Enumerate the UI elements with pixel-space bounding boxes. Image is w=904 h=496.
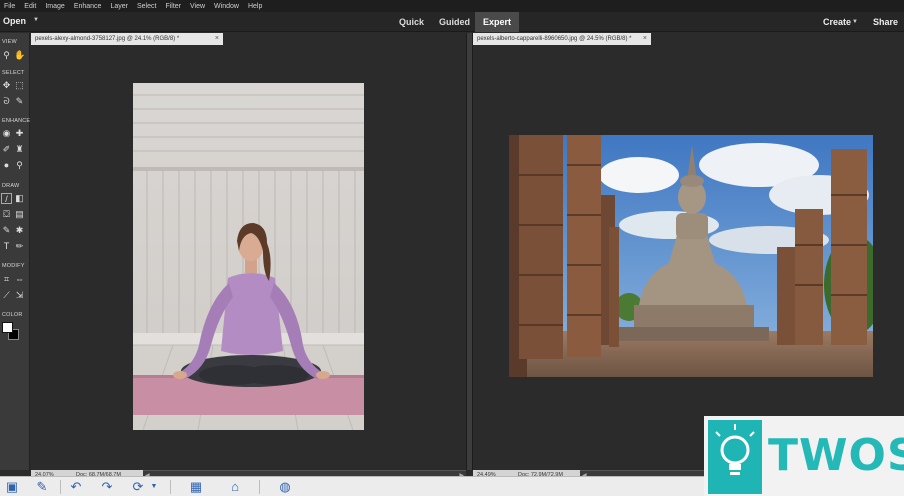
- color-replacement-tool-icon[interactable]: ✎: [1, 225, 12, 236]
- section-modify-label: MODIFY: [2, 263, 25, 269]
- section-select-label: SELECT: [2, 70, 25, 76]
- photo-bin-icon[interactable]: ▣: [4, 479, 20, 495]
- menu-window[interactable]: Window: [214, 3, 239, 10]
- pencil-tool-icon[interactable]: ✏: [14, 241, 25, 252]
- menu-image[interactable]: Image: [45, 3, 64, 10]
- menu-layer[interactable]: Layer: [110, 3, 128, 10]
- menu-edit[interactable]: Edit: [24, 3, 36, 10]
- create-dropdown-icon[interactable]: ▼: [852, 19, 858, 25]
- document-window-right[interactable]: pexels-alberto-capparelli-8960650.jpg @ …: [473, 33, 904, 480]
- mode-guided-tab[interactable]: Guided: [439, 17, 470, 27]
- marquee-tool-icon[interactable]: ⬚: [14, 80, 25, 91]
- eraser-tool-icon[interactable]: ◧: [14, 193, 25, 204]
- rotate-dropdown-icon[interactable]: ▼: [146, 479, 162, 495]
- document-window-left[interactable]: pexels-alexy-almond-3758127.jpg @ 24.1% …: [31, 33, 466, 480]
- section-color-label: COLOR: [2, 312, 23, 318]
- foreground-color-swatch[interactable]: [2, 322, 13, 333]
- gradient-tool-icon[interactable]: ▤: [14, 209, 25, 220]
- create-button[interactable]: Create: [823, 17, 851, 27]
- menu-help[interactable]: Help: [248, 3, 262, 10]
- menu-view[interactable]: View: [190, 3, 205, 10]
- type-tool-icon[interactable]: T: [1, 241, 12, 252]
- content-aware-move-tool-icon[interactable]: ⇲: [14, 290, 25, 301]
- share-button[interactable]: Share: [873, 17, 898, 27]
- section-draw-label: DRAW: [2, 183, 20, 189]
- spot-healing-tool-icon[interactable]: ✚: [14, 128, 25, 139]
- brush-tool-icon[interactable]: /: [1, 193, 12, 204]
- mode-bar: Open ▼ Quick Guided Expert Create ▼ Shar…: [0, 12, 904, 32]
- close-icon[interactable]: ×: [643, 33, 647, 45]
- separator: [60, 480, 61, 494]
- menu-file[interactable]: File: [4, 3, 15, 10]
- separator: [259, 480, 260, 494]
- menu-bar: File Edit Image Enhance Layer Select Fil…: [0, 0, 904, 12]
- hand-tool-icon[interactable]: ✋: [14, 50, 25, 61]
- lasso-tool-icon[interactable]: ᘐ: [1, 96, 12, 107]
- brand-logo-text: TWOS: [768, 430, 904, 481]
- lightbulb-logo-icon: [708, 420, 762, 494]
- photoshop-elements-window: File Edit Image Enhance Layer Select Fil…: [0, 0, 904, 496]
- sponge-tool-icon[interactable]: ⚲: [14, 160, 25, 171]
- custom-shape-tool-icon[interactable]: ✱: [14, 225, 25, 236]
- tool-options-icon[interactable]: ✎: [34, 479, 50, 495]
- section-view-label: VIEW: [2, 39, 17, 45]
- buddha-temple-photo: [509, 135, 873, 377]
- smart-brush-tool-icon[interactable]: ✐: [1, 144, 12, 155]
- eye-tool-icon[interactable]: ◉: [1, 128, 12, 139]
- layout-icon[interactable]: ▦: [188, 479, 204, 495]
- twos-watermark: TWOS: [704, 416, 904, 496]
- crop-tool-icon[interactable]: ⌗: [1, 274, 12, 285]
- section-enhance-label: ENHANCE: [2, 118, 31, 124]
- quick-selection-tool-icon[interactable]: ✎: [14, 96, 25, 107]
- document-tab[interactable]: pexels-alberto-capparelli-8960650.jpg @ …: [473, 33, 651, 45]
- rotate-icon[interactable]: ⟳: [130, 479, 146, 495]
- recompose-tool-icon[interactable]: ⇔: [14, 274, 25, 285]
- clone-stamp-tool-icon[interactable]: ♜: [14, 144, 25, 155]
- zoom-tool-icon[interactable]: ⚲: [1, 50, 12, 61]
- menu-enhance[interactable]: Enhance: [74, 3, 102, 10]
- move-tool-icon[interactable]: ✥: [1, 80, 12, 91]
- blur-tool-icon[interactable]: ●: [1, 160, 12, 171]
- close-icon[interactable]: ×: [215, 33, 219, 45]
- document-tab[interactable]: pexels-alexy-almond-3758127.jpg @ 24.1% …: [31, 33, 223, 45]
- mode-expert-tab[interactable]: Expert: [475, 12, 520, 32]
- straighten-tool-icon[interactable]: ⟋: [1, 290, 12, 301]
- document-tab-title: pexels-alexy-almond-3758127.jpg @ 24.1% …: [35, 36, 180, 42]
- split-divider[interactable]: [466, 33, 473, 470]
- paint-bucket-tool-icon[interactable]: ⛋: [1, 209, 12, 220]
- open-dropdown-icon[interactable]: ▼: [33, 17, 39, 23]
- document-tab-title: pexels-alberto-capparelli-8960650.jpg @ …: [477, 36, 632, 42]
- mode-quick-tab[interactable]: Quick: [399, 17, 424, 27]
- undo-icon[interactable]: ↶: [68, 479, 84, 495]
- redo-icon[interactable]: ↷: [99, 479, 115, 495]
- menu-select[interactable]: Select: [137, 3, 156, 10]
- open-button[interactable]: Open: [3, 16, 26, 26]
- separator: [170, 480, 171, 494]
- home-screen-icon[interactable]: ◍: [277, 479, 293, 495]
- toolbox: VIEW ⚲ ✋ SELECT ✥ ⬚ ᘐ ✎ ENHANCE ◉ ✚ ✐ ♜ …: [0, 33, 30, 470]
- organizer-icon[interactable]: ⌂: [227, 479, 243, 495]
- menu-filter[interactable]: Filter: [165, 3, 181, 10]
- yoga-woman-photo: [133, 83, 364, 430]
